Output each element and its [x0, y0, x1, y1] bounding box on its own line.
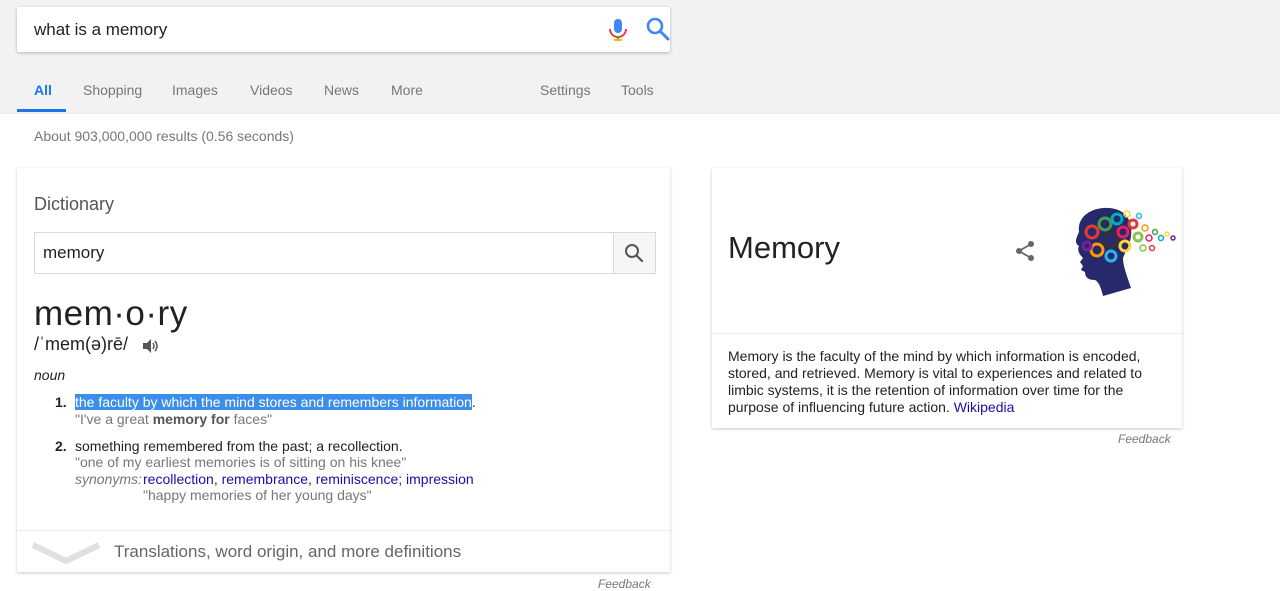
example-bold: memory for: [152, 411, 230, 427]
definition-example: "happy memories of her young days": [143, 487, 372, 503]
definition-number: 1.: [55, 394, 67, 410]
tab-images[interactable]: Images: [172, 82, 218, 98]
more-definitions-row[interactable]: Translations, word origin, and more defi…: [17, 530, 670, 573]
definition-example: "one of my earliest memories is of sitti…: [75, 454, 407, 470]
definition-text: the faculty by which the mind stores and…: [75, 394, 476, 410]
description-text: Memory is the faculty of the mind by whi…: [728, 348, 1142, 415]
synonym-separator: ,: [213, 471, 218, 487]
result-stats: About 903,000,000 results (0.56 seconds): [34, 128, 294, 144]
definition-number: 2.: [55, 438, 67, 454]
headword: mem·o·ry: [34, 294, 188, 333]
synonym-link[interactable]: remembrance: [222, 471, 308, 487]
dictionary-search: memory: [34, 232, 656, 274]
mic-icon[interactable]: [607, 18, 629, 42]
feedback-link[interactable]: Feedback: [598, 577, 651, 591]
wikipedia-link[interactable]: Wikipedia: [954, 399, 1015, 415]
synonym-separator: ,: [307, 471, 312, 487]
knowledge-panel-feedback[interactable]: Feedback: [1118, 432, 1171, 446]
chevron-down-icon: [31, 542, 101, 565]
pronunciation: /ˈmem(ə)rē/: [34, 334, 128, 354]
synonyms-list: recollection, remembrance, reminiscence;…: [143, 471, 474, 487]
dictionary-search-input[interactable]: memory: [43, 243, 104, 263]
share-icon[interactable]: [1014, 240, 1036, 262]
active-tab-indicator: [17, 109, 66, 112]
speaker-icon[interactable]: [141, 337, 159, 355]
synonym-link[interactable]: impression: [406, 471, 474, 487]
top-bar: what is a memory All Shopping Images Vid…: [0, 0, 1280, 114]
definition-text: something remembered from the past; a re…: [75, 438, 403, 454]
tab-news[interactable]: News: [324, 82, 359, 98]
tab-shopping[interactable]: Shopping: [83, 82, 142, 98]
more-definitions-link[interactable]: Translations, word origin, and more defi…: [114, 542, 461, 562]
dictionary-card: Dictionary memory mem·o·ry /ˈmem(ə)rē/ n…: [17, 168, 670, 572]
tab-settings[interactable]: Settings: [540, 82, 591, 98]
synonym-link[interactable]: recollection: [143, 471, 214, 487]
knowledge-panel-description: Memory is the faculty of the mind by whi…: [728, 348, 1173, 416]
dictionary-search-button[interactable]: [613, 233, 655, 273]
tab-more[interactable]: More: [391, 82, 423, 98]
synonyms-label: synonyms:: [75, 471, 142, 487]
brain-gears-image[interactable]: [1059, 202, 1184, 302]
definition-example: "I've a great memory for faces": [75, 411, 272, 427]
tab-videos[interactable]: Videos: [250, 82, 293, 98]
dictionary-title: Dictionary: [34, 194, 115, 214]
part-of-speech: noun: [34, 367, 66, 383]
example-text: faces": [229, 411, 273, 427]
tab-tools[interactable]: Tools: [621, 82, 654, 98]
knowledge-panel: Memory Memory is the faculty of the mind…: [712, 168, 1182, 428]
knowledge-panel-title: Memory: [728, 230, 840, 265]
definition-trail: .: [471, 394, 476, 410]
knowledge-panel-header: Memory: [712, 168, 1182, 334]
highlighted-definition: the faculty by which the mind stores and…: [75, 394, 472, 410]
synonym-separator: ;: [398, 471, 403, 487]
synonym-link[interactable]: reminiscence: [316, 471, 398, 487]
search-box[interactable]: what is a memory: [17, 7, 670, 52]
tab-all[interactable]: All: [34, 82, 52, 98]
example-text: "I've a great: [75, 411, 153, 427]
search-icon: [625, 244, 644, 263]
search-icon[interactable]: [645, 16, 671, 42]
search-input[interactable]: what is a memory: [34, 20, 167, 40]
